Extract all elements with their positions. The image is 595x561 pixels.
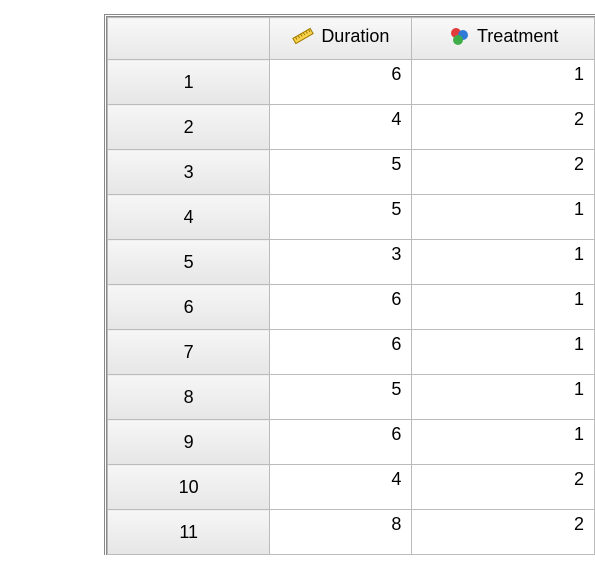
row-index: 3 bbox=[184, 162, 194, 182]
row-index: 11 bbox=[179, 522, 198, 542]
row-index: 1 bbox=[184, 72, 194, 92]
table-row: 5 3 1 bbox=[108, 240, 595, 285]
row-index: 2 bbox=[184, 117, 194, 137]
row-header[interactable]: 10 bbox=[108, 465, 270, 510]
column-header-duration[interactable]: Duration bbox=[270, 18, 412, 60]
cell-duration[interactable]: 5 bbox=[270, 150, 412, 195]
cell-treatment[interactable]: 2 bbox=[412, 105, 595, 150]
cell-treatment[interactable]: 1 bbox=[412, 375, 595, 420]
cell-duration[interactable]: 6 bbox=[270, 420, 412, 465]
cell-treatment[interactable]: 1 bbox=[412, 330, 595, 375]
row-header[interactable]: 2 bbox=[108, 105, 270, 150]
cell-duration[interactable]: 6 bbox=[270, 330, 412, 375]
cell-duration[interactable]: 6 bbox=[270, 285, 412, 330]
row-header[interactable]: 3 bbox=[108, 150, 270, 195]
table-row: 1 6 1 bbox=[108, 60, 595, 105]
row-header[interactable]: 4 bbox=[108, 195, 270, 240]
row-header[interactable]: 1 bbox=[108, 60, 270, 105]
table-row: 4 5 1 bbox=[108, 195, 595, 240]
row-index: 9 bbox=[184, 432, 194, 452]
table-body: 1 6 1 2 4 2 3 5 2 4 5 1 5 3 1 bbox=[108, 60, 595, 555]
data-table-container: Duration Treatment 1 bbox=[104, 14, 595, 555]
cell-duration[interactable]: 5 bbox=[270, 195, 412, 240]
column-header-row: Duration Treatment bbox=[108, 18, 595, 60]
column-header-label: Duration bbox=[321, 26, 389, 47]
table-row: 3 5 2 bbox=[108, 150, 595, 195]
row-header[interactable]: 9 bbox=[108, 420, 270, 465]
cell-duration[interactable]: 3 bbox=[270, 240, 412, 285]
row-header[interactable]: 11 bbox=[108, 510, 270, 555]
table-row: 9 6 1 bbox=[108, 420, 595, 465]
data-table: Duration Treatment 1 bbox=[107, 17, 595, 555]
table-row: 10 4 2 bbox=[108, 465, 595, 510]
table-row: 7 6 1 bbox=[108, 330, 595, 375]
cell-treatment[interactable]: 2 bbox=[412, 510, 595, 555]
cell-duration[interactable]: 4 bbox=[270, 465, 412, 510]
cell-treatment[interactable]: 1 bbox=[412, 195, 595, 240]
row-header[interactable]: 6 bbox=[108, 285, 270, 330]
column-header-treatment[interactable]: Treatment bbox=[412, 18, 595, 60]
cell-duration[interactable]: 4 bbox=[270, 105, 412, 150]
cell-treatment[interactable]: 1 bbox=[412, 420, 595, 465]
row-index: 7 bbox=[184, 342, 194, 362]
cell-treatment[interactable]: 1 bbox=[412, 285, 595, 330]
corner-header[interactable] bbox=[108, 18, 270, 60]
column-header-label: Treatment bbox=[477, 26, 558, 47]
table-row: 8 5 1 bbox=[108, 375, 595, 420]
row-header[interactable]: 7 bbox=[108, 330, 270, 375]
table-row: 2 4 2 bbox=[108, 105, 595, 150]
row-index: 6 bbox=[184, 297, 194, 317]
table-row: 11 8 2 bbox=[108, 510, 595, 555]
cell-duration[interactable]: 6 bbox=[270, 60, 412, 105]
row-index: 10 bbox=[179, 477, 199, 497]
table-row: 6 6 1 bbox=[108, 285, 595, 330]
row-index: 5 bbox=[184, 252, 194, 272]
row-index: 4 bbox=[184, 207, 194, 227]
cell-treatment[interactable]: 2 bbox=[412, 465, 595, 510]
row-index: 8 bbox=[184, 387, 194, 407]
cell-treatment[interactable]: 2 bbox=[412, 150, 595, 195]
cell-duration[interactable]: 5 bbox=[270, 375, 412, 420]
cell-duration[interactable]: 8 bbox=[270, 510, 412, 555]
nominal-icon bbox=[448, 25, 470, 47]
cell-treatment[interactable]: 1 bbox=[412, 60, 595, 105]
ruler-icon bbox=[292, 25, 314, 47]
row-header[interactable]: 5 bbox=[108, 240, 270, 285]
row-header[interactable]: 8 bbox=[108, 375, 270, 420]
cell-treatment[interactable]: 1 bbox=[412, 240, 595, 285]
